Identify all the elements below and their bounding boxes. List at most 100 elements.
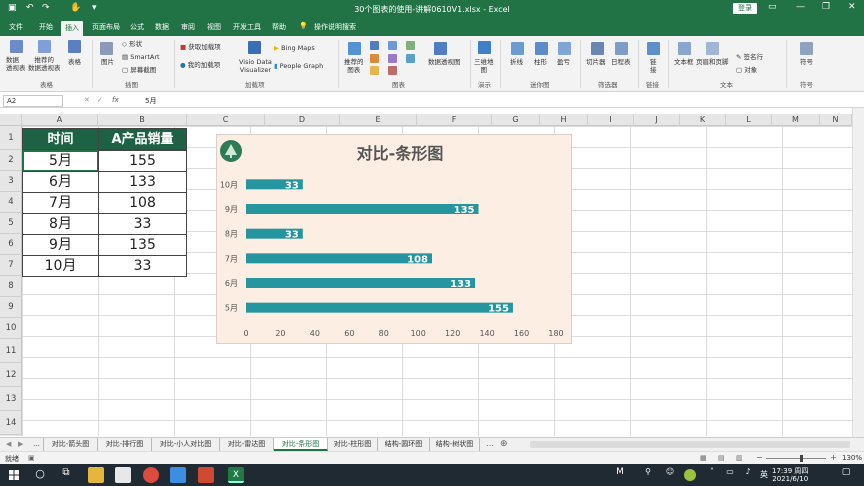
- recommended-charts-button[interactable]: 推荐的 图表: [344, 58, 364, 74]
- slicer-icon[interactable]: [591, 42, 604, 55]
- pivot-table-icon[interactable]: [10, 40, 23, 53]
- symbol-button[interactable]: 符号: [800, 58, 813, 66]
- row-header[interactable]: 5: [0, 213, 22, 234]
- sheet-tab[interactable]: 对比-排行图: [98, 438, 152, 451]
- column-header[interactable]: B: [98, 114, 187, 126]
- chart-bar[interactable]: [246, 302, 513, 313]
- column-chart-icon[interactable]: [370, 41, 379, 50]
- vertical-scrollbar[interactable]: [852, 108, 864, 440]
- tab-view[interactable]: 视图: [207, 22, 221, 32]
- sparkline-winloss-icon[interactable]: [558, 42, 571, 55]
- tray-people-icon[interactable]: ☺: [662, 467, 678, 483]
- row-header[interactable]: 3: [0, 171, 22, 192]
- row-header[interactable]: 12: [0, 363, 22, 387]
- app-icon[interactable]: [170, 467, 186, 483]
- tab-data[interactable]: 数据: [155, 22, 169, 32]
- column-header[interactable]: D: [265, 114, 340, 126]
- column-header[interactable]: F: [417, 114, 492, 126]
- table-header-sales[interactable]: A产品销量: [98, 128, 187, 150]
- network-icon[interactable]: ▭: [722, 467, 738, 483]
- restore-icon[interactable]: ❐: [822, 2, 830, 12]
- table-cell[interactable]: 133: [98, 171, 187, 193]
- header-footer-icon[interactable]: [706, 42, 719, 55]
- insert-function-button[interactable]: fx: [112, 96, 119, 104]
- hierarchy-chart-icon[interactable]: [388, 41, 397, 50]
- column-header[interactable]: J: [634, 114, 680, 126]
- login-button[interactable]: 登录: [733, 3, 757, 14]
- pivot-chart-button[interactable]: 数据透视图: [428, 58, 461, 66]
- sparkline-column-icon[interactable]: [535, 42, 548, 55]
- row-header[interactable]: 4: [0, 192, 22, 213]
- table-cell[interactable]: 108: [98, 192, 187, 214]
- people-graph-button[interactable]: ▮ People Graph: [274, 62, 323, 70]
- table-cell[interactable]: 5月: [22, 150, 99, 172]
- statistic-chart-icon[interactable]: [406, 41, 415, 50]
- sheet-tab[interactable]: 对比-雷达图: [220, 438, 274, 451]
- minimize-icon[interactable]: —: [796, 2, 805, 12]
- signature-line-button[interactable]: ✎ 签名行: [736, 53, 763, 61]
- sparkline-winloss-button[interactable]: 盈亏: [557, 58, 570, 66]
- column-header[interactable]: G: [492, 114, 540, 126]
- chart-bar[interactable]: [246, 278, 476, 288]
- tray-icon[interactable]: ⚲: [640, 467, 656, 483]
- zoom-level[interactable]: 130%: [842, 454, 862, 462]
- table-button[interactable]: 表格: [68, 58, 81, 66]
- tab-home[interactable]: 开始: [39, 22, 53, 32]
- app-icon[interactable]: [115, 467, 131, 483]
- table-cell[interactable]: 6月: [22, 171, 99, 193]
- volume-icon[interactable]: ♪: [740, 467, 756, 483]
- taskbar-clock[interactable]: 17:39 周四 2021/6/10: [772, 467, 808, 483]
- bing-maps-button[interactable]: ▶ Bing Maps: [274, 44, 315, 52]
- header-footer-button[interactable]: 页眉和页脚: [696, 58, 729, 66]
- tray-m-icon[interactable]: M: [612, 467, 628, 483]
- map3d-icon[interactable]: [478, 41, 491, 54]
- row-header[interactable]: 10: [0, 318, 22, 339]
- next-sheet-icon[interactable]: ▶: [18, 440, 23, 448]
- symbol-icon[interactable]: [800, 42, 813, 55]
- tab-help[interactable]: 帮助: [272, 22, 286, 32]
- bar-chart-svg[interactable]: 155 5月 133 6月 108 7月 33 8月 135 9月 33 10月 0 20 40 60 80 10…: [216, 134, 572, 344]
- zoom-in-icon[interactable]: +: [830, 453, 837, 462]
- timeline-icon[interactable]: [615, 42, 628, 55]
- column-header[interactable]: K: [680, 114, 726, 126]
- smartart-button[interactable]: ▤ SmartArt: [122, 53, 160, 61]
- table-cell[interactable]: 155: [98, 150, 187, 172]
- table-cell[interactable]: 9月: [22, 234, 99, 256]
- table-icon[interactable]: [68, 40, 81, 53]
- waterfall-chart-icon[interactable]: [388, 54, 397, 63]
- visio-button[interactable]: Visio Data Visualizer: [239, 58, 272, 74]
- sparkline-line-icon[interactable]: [511, 42, 524, 55]
- chart-bar[interactable]: [246, 253, 432, 264]
- input-language[interactable]: 英: [756, 467, 772, 483]
- sheet-tab[interactable]: 结构-圆环图: [378, 438, 430, 451]
- row-header[interactable]: 2: [0, 150, 22, 171]
- column-header[interactable]: A: [22, 114, 98, 126]
- table-cell[interactable]: 7月: [22, 192, 99, 214]
- pivot-chart-icon[interactable]: [434, 42, 447, 55]
- select-all-corner[interactable]: [0, 114, 22, 126]
- recommended-pivot-icon[interactable]: [38, 40, 51, 53]
- row-header[interactable]: 11: [0, 339, 22, 363]
- scatter-chart-icon[interactable]: [406, 54, 415, 63]
- enter-icon[interactable]: ✓: [97, 96, 103, 104]
- textbox-icon[interactable]: [678, 42, 691, 55]
- excel-taskbar-icon[interactable]: X: [228, 467, 244, 483]
- sheet-tab[interactable]: 对比-柱形图: [328, 438, 378, 451]
- task-view-icon[interactable]: ⧉: [58, 467, 74, 483]
- tab-insert[interactable]: 插入: [61, 21, 83, 36]
- app-icon[interactable]: [198, 467, 214, 483]
- row-header[interactable]: 14: [0, 411, 22, 435]
- sparkline-line-button[interactable]: 折线: [510, 58, 523, 66]
- tab-file[interactable]: 文件: [9, 22, 23, 32]
- tab-page-layout[interactable]: 页面布局: [92, 22, 120, 32]
- sheet-tab-active[interactable]: 对比-条形图: [274, 438, 328, 451]
- pivot-table-button[interactable]: 数据 透视表: [6, 56, 26, 72]
- row-header[interactable]: 6: [0, 234, 22, 255]
- table-cell[interactable]: 10月: [22, 255, 99, 277]
- ribbon-display-icon[interactable]: ▭: [768, 2, 777, 12]
- tray-app-icon[interactable]: [684, 469, 696, 481]
- timeline-button[interactable]: 日程表: [611, 58, 631, 66]
- sheet-tab[interactable]: 对比-箭头图: [44, 438, 98, 451]
- visio-icon[interactable]: [248, 41, 261, 54]
- column-header[interactable]: M: [772, 114, 820, 126]
